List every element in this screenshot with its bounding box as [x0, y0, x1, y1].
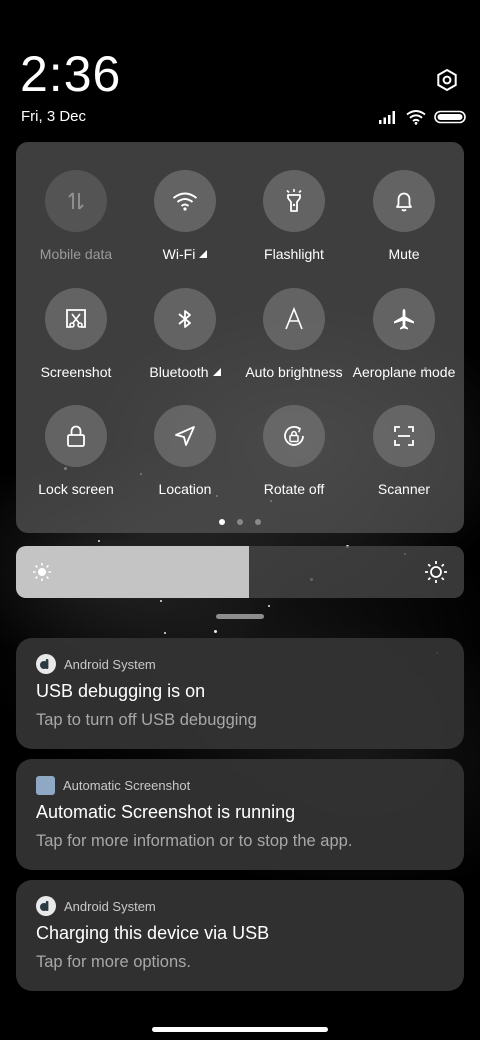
brightness-low-icon	[33, 563, 51, 581]
page-dot	[237, 519, 243, 525]
tile-mute[interactable]: Mute	[349, 170, 459, 280]
tile-label: Mute	[388, 246, 420, 262]
notification-text: Tap for more options.	[36, 953, 191, 971]
wifi-icon	[172, 192, 198, 211]
notification-app: Automatic Screenshot	[36, 775, 190, 795]
date: Fri, 3 Dec	[21, 108, 87, 125]
tile-label: Aeroplane mode	[352, 364, 456, 380]
tile-mobile-data[interactable]: Mobile data	[21, 170, 131, 280]
flashlight-icon	[286, 189, 302, 212]
wifi-icon	[406, 110, 426, 125]
tile-auto-brightness-circle[interactable]	[263, 288, 325, 350]
notification-text: Tap to turn off USB debugging	[36, 711, 257, 729]
tile-lock-screen[interactable]: Lock screen	[21, 405, 131, 515]
notification-title: Automatic Screenshot is running	[36, 802, 296, 822]
tile-wifi[interactable]: Wi-Fi	[130, 170, 240, 280]
page-dot	[255, 519, 261, 525]
battery-icon	[434, 110, 466, 124]
lock-icon	[67, 425, 85, 447]
page-dot	[219, 519, 225, 525]
tile-lock-screen-circle[interactable]	[45, 405, 107, 467]
notification-app-name: Android System	[64, 898, 156, 914]
notification-card[interactable]: Automatic Screenshot Automatic Screensho…	[16, 759, 464, 870]
tile-wifi-circle[interactable]	[154, 170, 216, 232]
tile-auto-brightness[interactable]: Auto brightness	[239, 288, 349, 398]
airplane-icon	[394, 309, 414, 330]
drag-handle[interactable]	[216, 614, 264, 619]
android-system-icon	[36, 896, 56, 916]
settings-button[interactable]	[433, 66, 461, 94]
tile-label: Scanner	[377, 481, 431, 497]
location-icon	[175, 426, 195, 446]
signal-triangle-icon	[199, 250, 208, 258]
tile-bluetooth[interactable]: Bluetooth	[130, 288, 240, 398]
tile-screenshot[interactable]: Screenshot	[21, 288, 131, 398]
tile-screenshot-circle[interactable]	[45, 288, 107, 350]
tile-bluetooth-circle[interactable]	[154, 288, 216, 350]
notification-app: Android System	[36, 896, 156, 916]
notification-app-name: Automatic Screenshot	[63, 777, 191, 793]
notification-card[interactable]: Android System USB debugging is on Tap t…	[16, 638, 464, 749]
auto-brightness-icon	[285, 307, 303, 330]
rotate-lock-icon	[284, 426, 304, 446]
tile-rotate-off-circle[interactable]	[263, 405, 325, 467]
scanner-icon	[394, 426, 414, 446]
tile-flashlight[interactable]: Flashlight	[239, 170, 349, 280]
settings-hex-icon	[437, 68, 457, 92]
notification-text: Tap for more information or to stop the …	[36, 832, 353, 850]
android-system-icon	[36, 654, 56, 674]
status-icons	[378, 108, 466, 126]
tile-location[interactable]: Location	[130, 405, 240, 515]
page-indicator	[16, 519, 464, 525]
tile-aeroplane-mode[interactable]: Aeroplane mode	[349, 288, 459, 398]
signal-icon	[379, 111, 395, 124]
bell-icon	[396, 192, 412, 212]
screenshot-icon	[66, 309, 86, 328]
tile-flashlight-circle[interactable]	[263, 170, 325, 232]
brightness-slider[interactable]	[16, 546, 464, 598]
tile-rotate-off[interactable]: Rotate off	[239, 405, 349, 515]
notification-title: USB debugging is on	[36, 681, 206, 701]
notification-card[interactable]: Android System Charging this device via …	[16, 880, 464, 991]
mobile-data-icon	[68, 192, 84, 210]
tile-location-circle[interactable]	[154, 405, 216, 467]
signal-triangle-icon	[212, 368, 221, 376]
tile-scanner-circle[interactable]	[373, 405, 435, 467]
bluetooth-icon	[178, 310, 191, 328]
clock: 2:36	[20, 46, 122, 102]
gesture-nav-bar[interactable]	[152, 1027, 328, 1032]
quick-settings-panel: Mobile data Wi-Fi Flashlight Mute Screen…	[16, 142, 464, 533]
automatic-screenshot-icon	[36, 775, 55, 795]
tile-mute-circle[interactable]	[373, 170, 435, 232]
notification-title: Charging this device via USB	[36, 923, 270, 943]
notification-app: Android System	[36, 654, 156, 674]
tile-mobile-data-circle[interactable]	[45, 170, 107, 232]
brightness-high-icon	[425, 561, 447, 583]
tile-aeroplane-mode-circle[interactable]	[373, 288, 435, 350]
notification-app-name: Android System	[64, 656, 156, 672]
tile-scanner[interactable]: Scanner	[349, 405, 459, 515]
